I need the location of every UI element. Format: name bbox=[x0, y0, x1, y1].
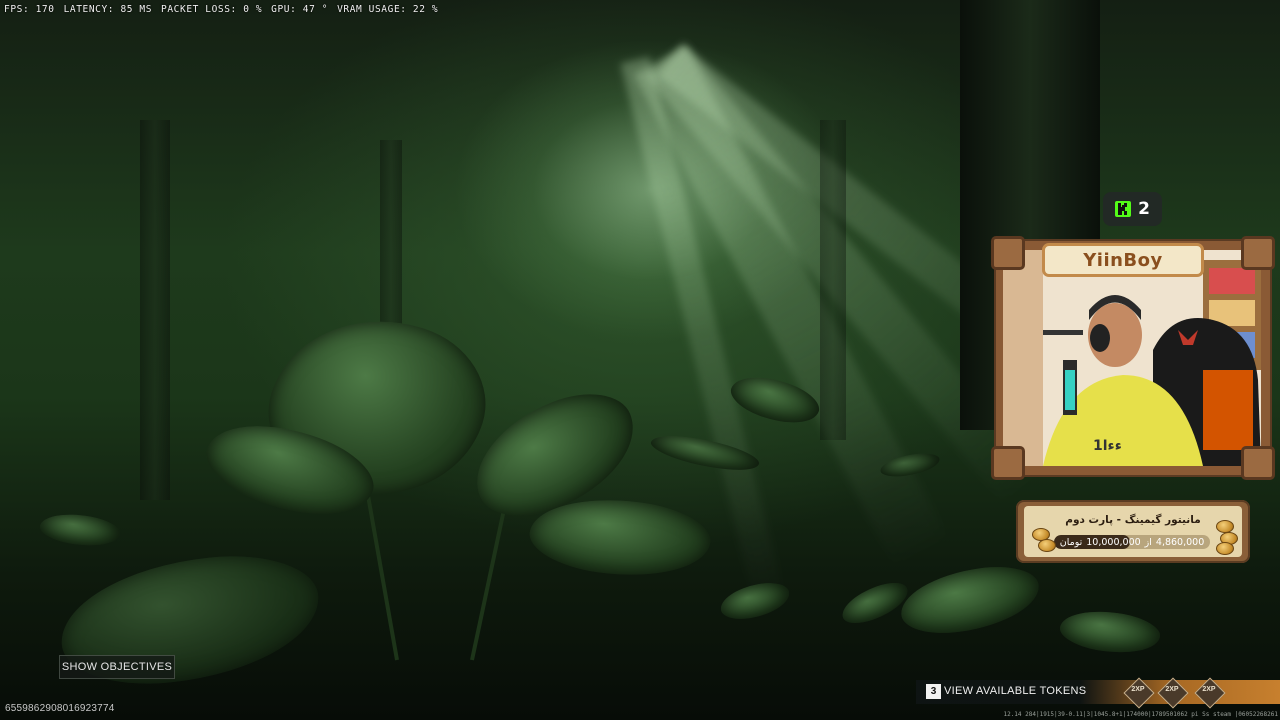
donation-goal-title: مانیتور گیمینگ - پارت دوم bbox=[1065, 514, 1201, 526]
goal-current-amount: 4,860,000 bbox=[1155, 536, 1205, 548]
leaf bbox=[896, 560, 1044, 640]
streamer-name: YiinBoy bbox=[1083, 249, 1163, 271]
xp-token-label: 2XP bbox=[1165, 686, 1179, 693]
performance-overlay: FPS: 170 LATENCY: 85 MS PACKET LOSS: 0 %… bbox=[4, 4, 438, 18]
donation-goal-panel: مانیتور گیمینگ - پارت دوم 4,860,000 از 1… bbox=[1016, 500, 1250, 563]
show-objectives-label: SHOW OBJECTIVES bbox=[61, 661, 173, 673]
goal-target-amount: 10,000,000 bbox=[1086, 536, 1141, 548]
coin-icon bbox=[1216, 520, 1234, 533]
svg-text:1ءءا: 1ءءا bbox=[1093, 438, 1122, 454]
keybind-hint: 3 bbox=[926, 684, 941, 699]
tree-trunk bbox=[820, 120, 846, 440]
xp-token-icon[interactable] bbox=[1123, 677, 1155, 709]
streamer-name-plate: YiinBoy bbox=[1042, 243, 1204, 277]
leaf bbox=[1057, 603, 1163, 661]
xp-token-label: 2XP bbox=[1202, 686, 1216, 693]
view-tokens-label: VIEW AVAILABLE TOKENS bbox=[944, 685, 1087, 697]
xp-token-label: 2XP bbox=[1131, 686, 1145, 693]
latency-readout: LATENCY: 85 MS bbox=[63, 4, 153, 15]
leaf bbox=[836, 576, 914, 630]
donation-progress-text: 4,860,000 از 10,000,000 تومان bbox=[1054, 535, 1210, 549]
kick-logo-icon bbox=[1115, 201, 1132, 217]
goal-currency: تومان bbox=[1059, 536, 1083, 548]
coin-icon bbox=[1216, 542, 1234, 555]
frame-corner bbox=[1241, 446, 1275, 480]
viewer-count: 2 bbox=[1138, 199, 1150, 219]
session-id: 6559862908016923774 bbox=[5, 703, 115, 714]
coin-icon bbox=[1038, 539, 1056, 552]
xp-token-icon[interactable] bbox=[1157, 677, 1189, 709]
viewer-count-badge: 2 bbox=[1103, 192, 1162, 226]
debug-coordinates: 12.14 284|1915|39-0.11|3|1045.8+1|174000… bbox=[1003, 711, 1278, 718]
donation-progress-bar: 4,860,000 از 10,000,000 تومان bbox=[1054, 535, 1210, 549]
tokens-bar[interactable]: 3 VIEW AVAILABLE TOKENS 2XP 2XP 2XP bbox=[916, 677, 1280, 709]
leaf bbox=[38, 508, 122, 552]
gpu-temp-readout: GPU: 47 ° bbox=[271, 4, 329, 15]
xp-token-icon[interactable] bbox=[1194, 677, 1226, 709]
donation-goal-body: مانیتور گیمینگ - پارت دوم 4,860,000 از 1… bbox=[1024, 506, 1242, 557]
show-objectives-button[interactable]: SHOW OBJECTIVES bbox=[59, 655, 175, 679]
webcam-feed: 1ءءا bbox=[1003, 250, 1261, 466]
frame-corner bbox=[991, 446, 1025, 480]
frame-corner bbox=[1241, 236, 1275, 270]
goal-separator: از bbox=[1144, 536, 1152, 548]
leaf bbox=[717, 579, 793, 623]
fps-readout: FPS: 170 bbox=[4, 4, 55, 15]
tree-trunk bbox=[140, 120, 170, 500]
packet-loss-readout: PACKET LOSS: 0 % bbox=[161, 4, 263, 15]
vram-usage-readout: VRAM USAGE: 22 % bbox=[337, 4, 439, 15]
frame-corner bbox=[991, 236, 1025, 270]
webcam-image: 1ءءا bbox=[1003, 250, 1261, 466]
